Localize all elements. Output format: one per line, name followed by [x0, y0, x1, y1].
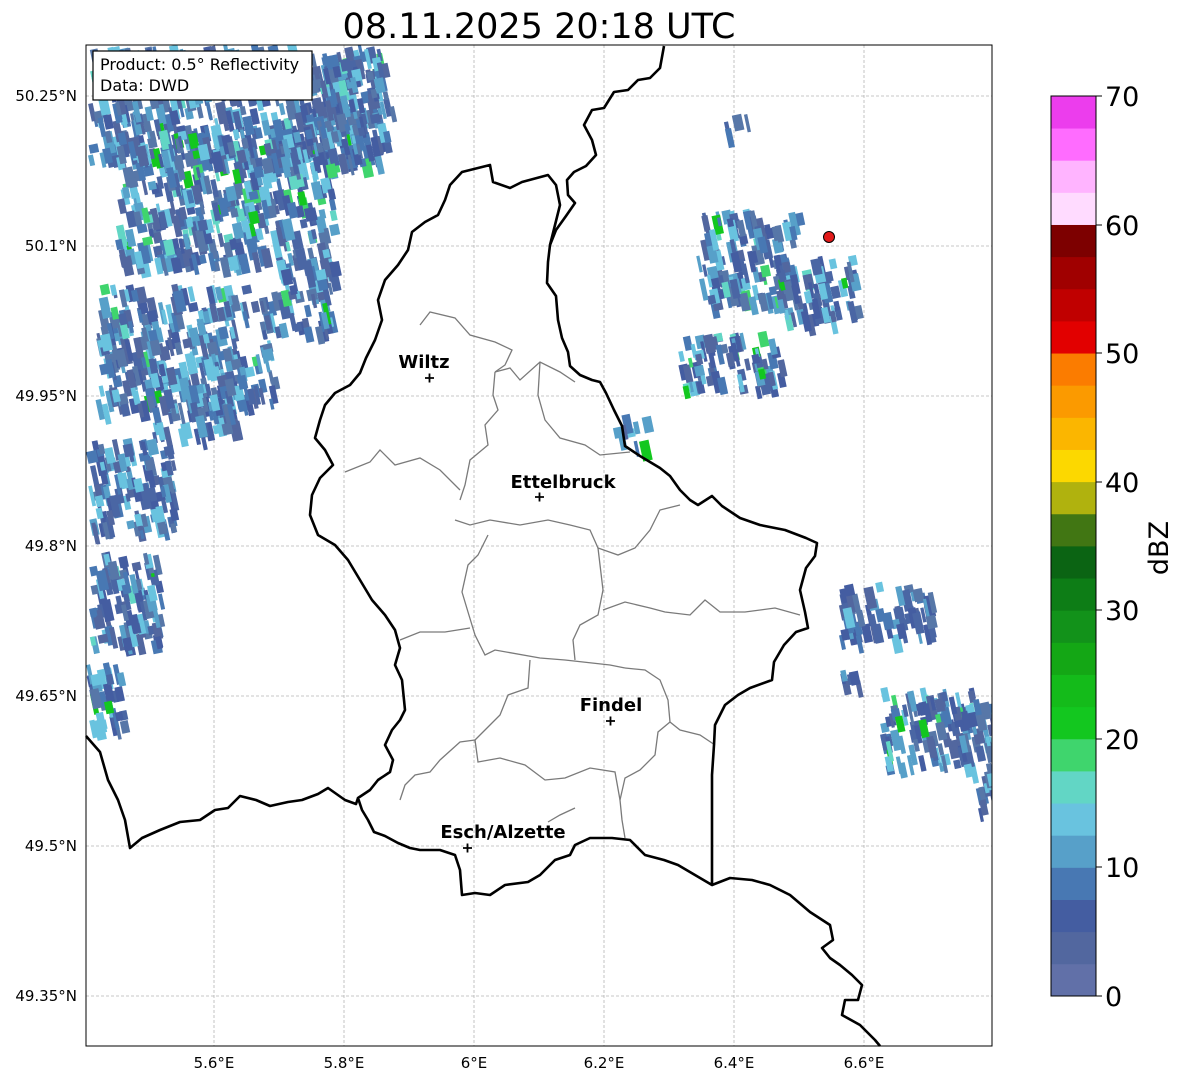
lat-tick-label: 49.5°N	[25, 837, 77, 855]
city-label: Wiltz	[398, 352, 449, 373]
colorbar-tick-label: 30	[1105, 596, 1139, 627]
colorbar-band	[1051, 771, 1096, 804]
lat-tick-label: 50.25°N	[15, 87, 77, 105]
city-label: Ettelbruck	[510, 472, 616, 493]
colorbar-band	[1051, 642, 1096, 675]
colorbar-band	[1051, 738, 1096, 772]
longitude-axis: 5.6°E 5.8°E 6°E 6.2°E 6.4°E 6.6°E	[194, 1054, 885, 1072]
colorbar-band	[1051, 481, 1096, 515]
colorbar-band	[1051, 417, 1096, 450]
lat-tick-label: 49.65°N	[15, 687, 77, 705]
colorbar-band	[1051, 96, 1096, 129]
lat-tick-label: 49.8°N	[25, 537, 77, 555]
colorbar-band	[1051, 160, 1096, 193]
colorbar-band	[1051, 803, 1096, 836]
colorbar-band	[1051, 256, 1096, 290]
city-label: Findel	[580, 695, 643, 716]
info-product: Product: 0.5° Reflectivity	[100, 55, 299, 74]
colorbar-tick-label: 20	[1105, 725, 1139, 756]
colorbar-band	[1051, 706, 1096, 740]
colorbar-band	[1051, 867, 1096, 900]
colorbar-bands	[1051, 96, 1096, 997]
colorbar-band	[1051, 321, 1096, 354]
colorbar-band	[1051, 578, 1096, 611]
colorbar-band	[1051, 385, 1096, 418]
map-area[interactable]: Wiltz Ettelbruck Findel Esch/Alzette Pro…	[85, 44, 1004, 1047]
lat-tick-label: 49.35°N	[15, 987, 77, 1005]
lon-tick-label: 6.4°E	[714, 1054, 755, 1072]
lon-tick-label: 5.8°E	[324, 1054, 365, 1072]
colorbar-band	[1051, 899, 1096, 933]
colorbar-band	[1051, 353, 1096, 386]
lon-tick-label: 6°E	[461, 1054, 488, 1072]
colorbar-band	[1051, 449, 1096, 483]
latitude-axis: 50.25°N 50.1°N 49.95°N 49.8°N 49.65°N 49…	[15, 87, 77, 1005]
colorbar-band	[1051, 128, 1096, 161]
colorbar-tick-label: 40	[1105, 468, 1139, 499]
colorbar-label: dBZ	[1144, 521, 1175, 575]
lon-tick-label: 6.2°E	[584, 1054, 625, 1072]
colorbar-tick-label: 0	[1105, 982, 1122, 1013]
city-label: Esch/Alzette	[440, 822, 565, 843]
map-title: 08.11.2025 20:18 UTC	[343, 7, 736, 47]
colorbar-band	[1051, 546, 1096, 579]
lon-tick-label: 5.6°E	[194, 1054, 235, 1072]
colorbar-band	[1051, 513, 1096, 547]
colorbar-band	[1051, 610, 1096, 643]
info-data-source: Data: DWD	[100, 76, 189, 95]
colorbar-tick-label: 70	[1105, 82, 1139, 113]
colorbar-ticks	[1096, 95, 1102, 997]
colorbar: 70 60 50 40 30 20 10 0 dBZ	[1050, 82, 1175, 1013]
lon-tick-label: 6.6°E	[844, 1054, 885, 1072]
colorbar-band	[1051, 963, 1096, 997]
location-marker-icon[interactable]	[823, 231, 835, 243]
colorbar-band	[1051, 224, 1096, 258]
info-box: Product: 0.5° Reflectivity Data: DWD	[92, 50, 313, 101]
lat-tick-label: 49.95°N	[15, 387, 77, 405]
colorbar-tick-label: 60	[1105, 211, 1139, 242]
colorbar-band	[1051, 192, 1096, 225]
colorbar-tick-label: 10	[1105, 853, 1139, 884]
colorbar-band	[1051, 674, 1096, 708]
colorbar-band	[1051, 931, 1096, 965]
colorbar-band	[1051, 288, 1096, 322]
colorbar-tick-label: 50	[1105, 339, 1139, 370]
lat-tick-label: 50.1°N	[25, 237, 77, 255]
colorbar-band	[1051, 835, 1096, 868]
